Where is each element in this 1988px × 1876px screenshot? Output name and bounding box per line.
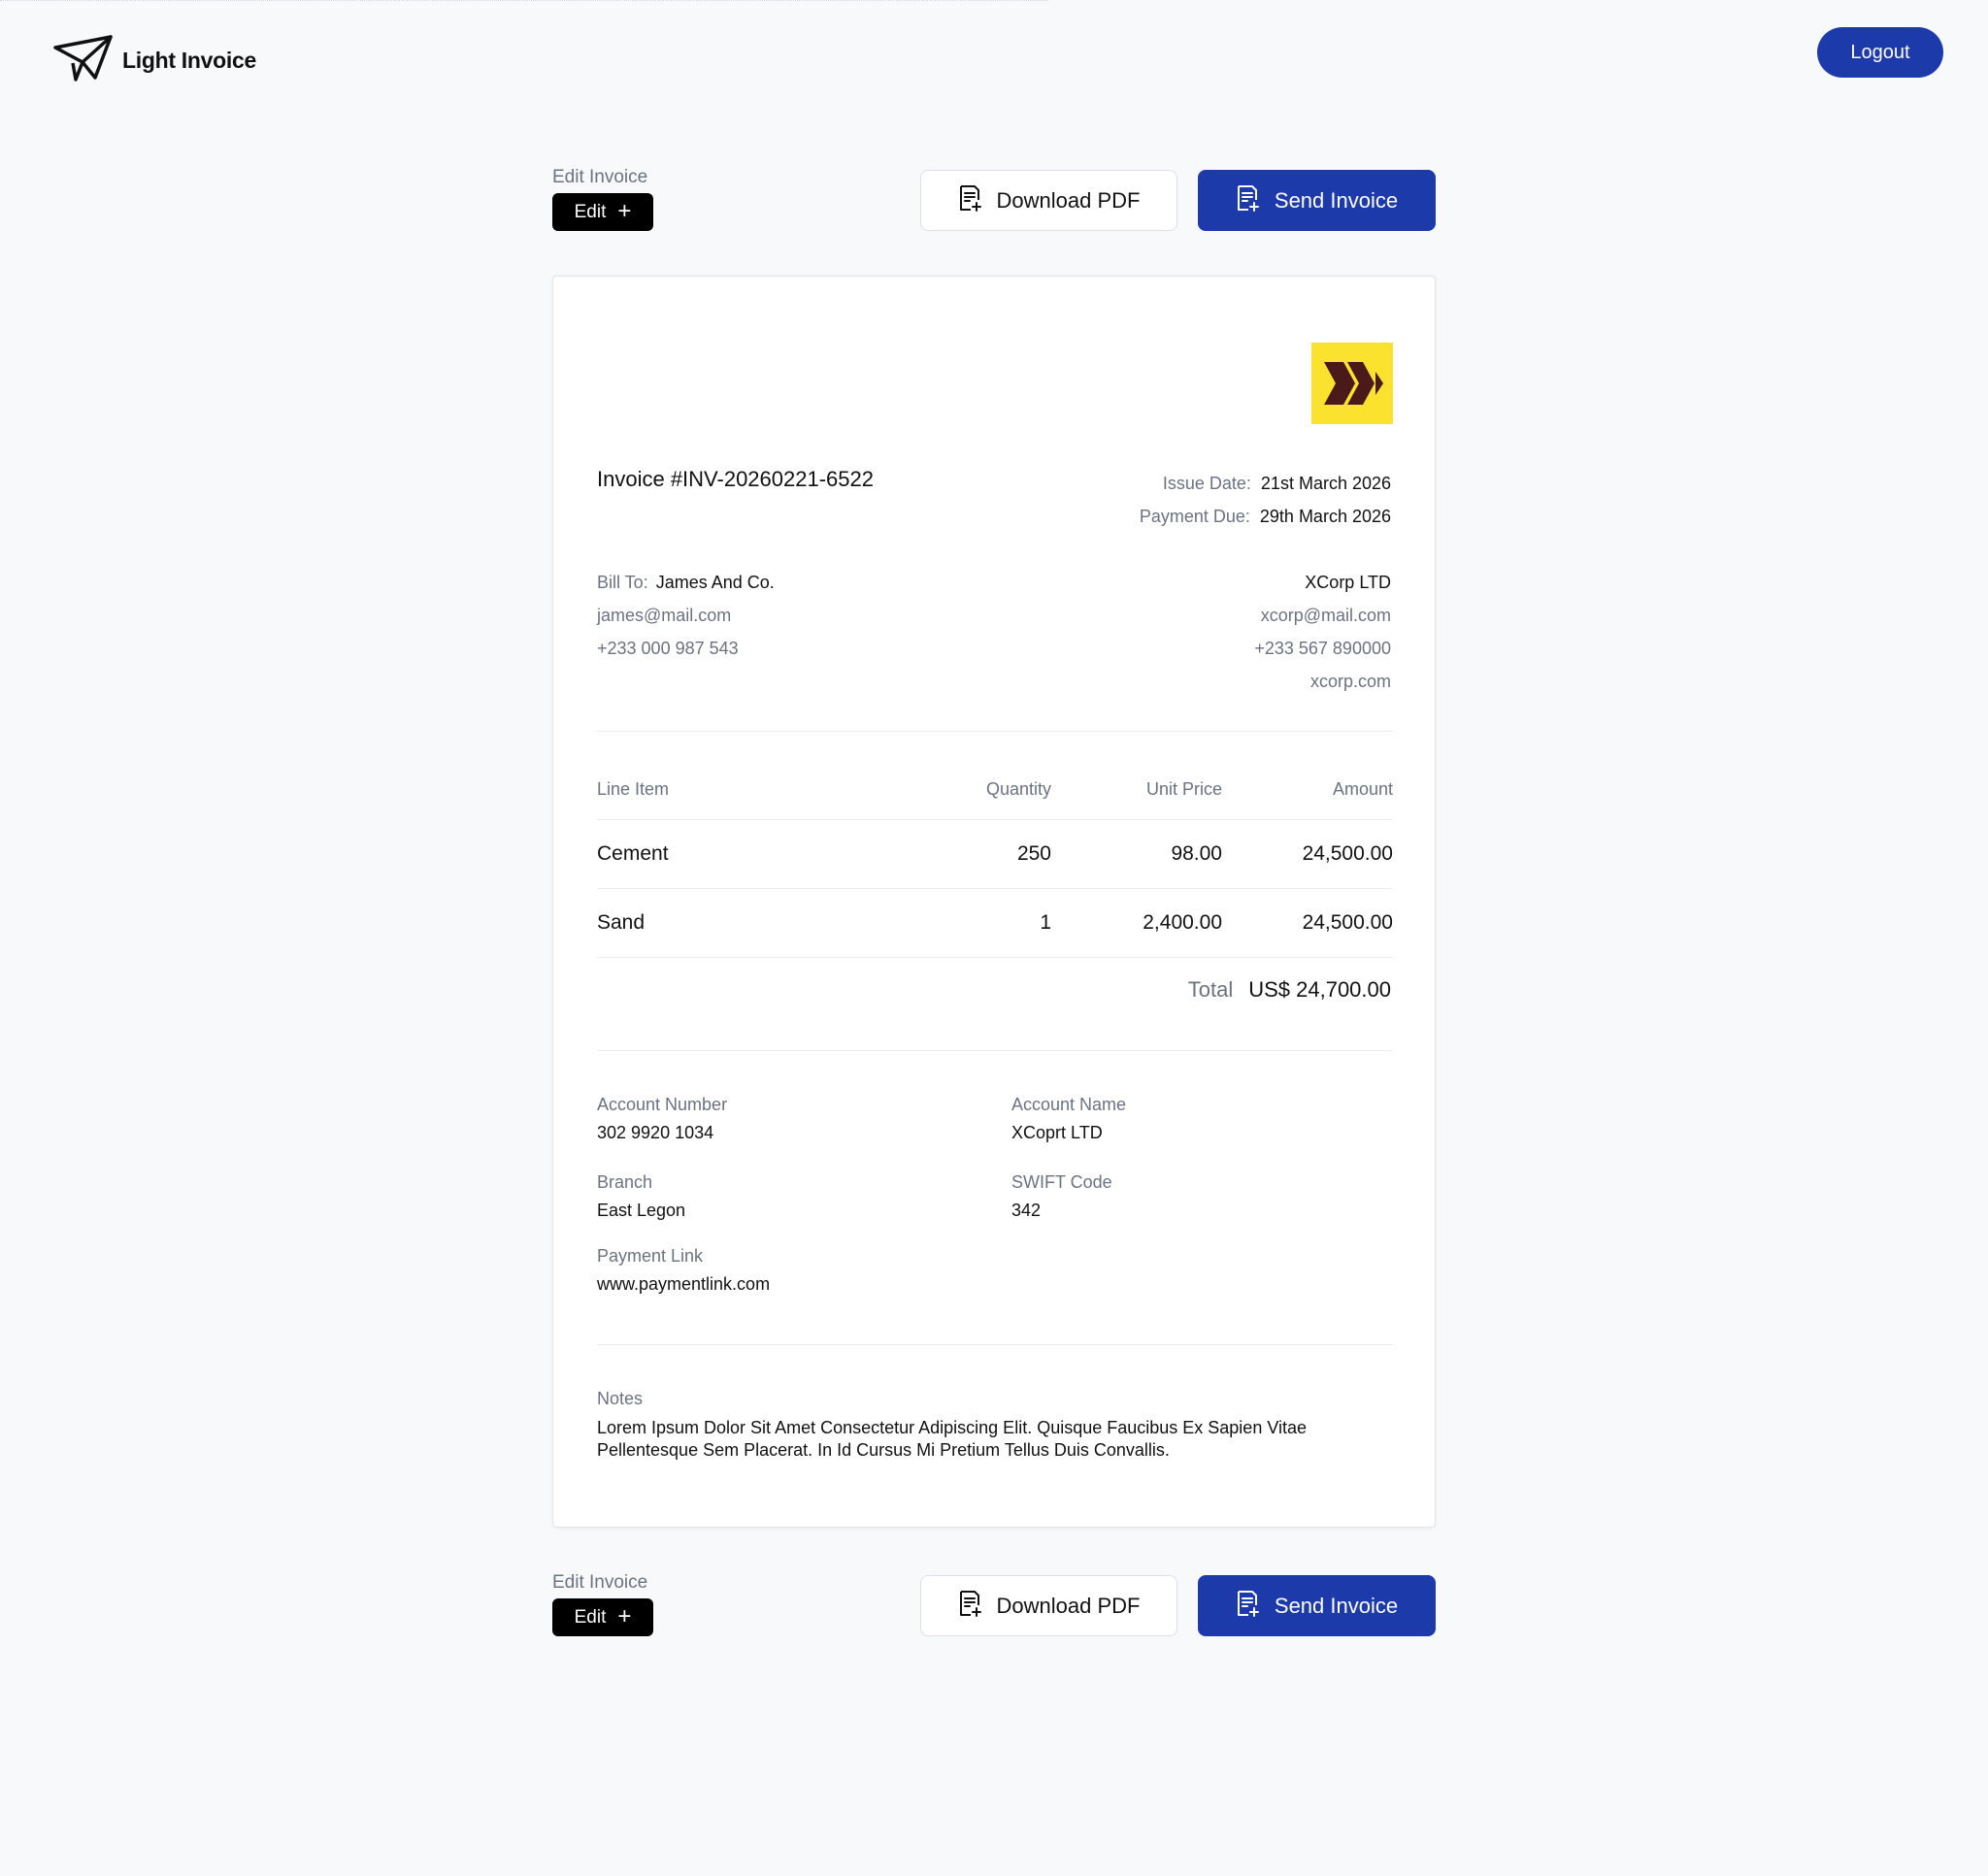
- document-plus-icon: [958, 184, 981, 217]
- divider: [597, 1344, 1393, 1345]
- payment-link-field: Payment Link www.paymentlink.com: [597, 1246, 770, 1295]
- document-plus-icon: [958, 1590, 981, 1623]
- notes-label: Notes: [597, 1389, 644, 1408]
- edit-button[interactable]: Edit +: [552, 1598, 653, 1636]
- edit-invoice-label: Edit Invoice: [552, 167, 648, 187]
- plus-icon: +: [617, 197, 632, 224]
- logout-button[interactable]: Logout: [1817, 27, 1943, 78]
- plus-icon: +: [617, 1602, 632, 1629]
- send-invoice-label: Send Invoice: [1274, 187, 1399, 213]
- swift-code-label: SWIFT Code: [1011, 1172, 1112, 1192]
- account-name: XCoprt LTD: [1011, 1123, 1103, 1142]
- invoice-card: Invoice #INV-20260221-6522 Issue Date: 21…: [552, 276, 1436, 1528]
- send-invoice-button[interactable]: Send Invoice: [1198, 1575, 1436, 1636]
- item-quantity: 1: [1040, 911, 1051, 934]
- swift-code-field: SWIFT Code 342: [1011, 1172, 1112, 1221]
- document-plus-icon: [1236, 184, 1259, 217]
- toolbar-bottom: Edit Invoice Edit + Download PDF Send In…: [552, 1572, 1436, 1636]
- from-section: XCorp LTD xcorp@mail.com +233 567 890000…: [1254, 566, 1391, 698]
- total-value: US$ 24,700.00: [1248, 977, 1391, 1002]
- column-header: Quantity: [985, 779, 1051, 799]
- bill-to-section: Bill To: James And Co. james@mail.com +23…: [597, 566, 775, 665]
- swift-code: 342: [1011, 1201, 1042, 1220]
- brand-name: Light Invoice: [122, 48, 256, 73]
- company-logo: [1311, 343, 1393, 424]
- edit-button-label: Edit: [574, 201, 607, 222]
- branch: East Legon: [597, 1201, 686, 1220]
- top-divider: [0, 0, 1048, 1]
- item-amount: 24,500.00: [1302, 842, 1393, 865]
- send-invoice-label: Send Invoice: [1274, 1593, 1399, 1618]
- invoice-number: Invoice #INV-20260221-6522: [597, 467, 874, 491]
- column-header: Unit Price: [1145, 779, 1222, 799]
- issue-date: 21st March 2026: [1260, 474, 1391, 493]
- from-website: xcorp.com: [1309, 672, 1391, 691]
- payment-link[interactable]: www.paymentlink.com: [597, 1274, 770, 1295]
- from-email: xcorp@mail.com: [1260, 606, 1391, 625]
- item-amount: 24,500.00: [1302, 911, 1393, 934]
- item-name: Cement: [597, 842, 669, 865]
- invoice-total: Total US$ 24,700.00: [1188, 977, 1391, 1003]
- item-unit-price: 98.00: [1171, 842, 1222, 865]
- from-phone: +233 567 890000: [1254, 639, 1391, 658]
- column-header: Line Item: [597, 779, 670, 799]
- bill-to-email: james@mail.com: [597, 606, 732, 625]
- table-row: Sand 1 2,400.00 24,500.00: [597, 889, 1393, 958]
- payment-due-date: 29th March 2026: [1259, 507, 1391, 526]
- divider: [597, 1050, 1393, 1051]
- item-name: Sand: [597, 911, 646, 934]
- issue-date-label: Issue Date:: [1162, 474, 1251, 493]
- edit-invoice-label: Edit Invoice: [552, 1572, 648, 1593]
- item-quantity: 250: [1016, 842, 1051, 865]
- send-invoice-button[interactable]: Send Invoice: [1198, 170, 1436, 231]
- divider: [597, 731, 1393, 732]
- account-name-field: Account Name XCoprt LTD: [1011, 1095, 1126, 1143]
- download-pdf-label: Download PDF: [996, 1593, 1141, 1618]
- bill-to-label: Bill To:: [597, 573, 648, 592]
- account-name-label: Account Name: [1011, 1095, 1127, 1114]
- download-pdf-button[interactable]: Download PDF: [920, 170, 1177, 231]
- download-pdf-button[interactable]: Download PDF: [920, 1575, 1177, 1636]
- account-number-field: Account Number 302 9920 1034: [597, 1095, 727, 1143]
- brand-logo[interactable]: Light Invoice: [52, 33, 256, 88]
- bill-to-name: James And Co.: [655, 573, 775, 592]
- bill-to-phone: +233 000 987 543: [597, 639, 739, 658]
- edit-button-label: Edit: [574, 1606, 607, 1628]
- payment-link-label: Payment Link: [597, 1246, 704, 1266]
- download-pdf-label: Download PDF: [996, 187, 1141, 213]
- branch-field: Branch East Legon: [597, 1172, 685, 1221]
- notes-section: Notes Lorem Ipsum Dolor Sit Amet Consect…: [597, 1389, 1393, 1462]
- table-header: Line Item Quantity Unit Price Amount: [597, 760, 1393, 820]
- edit-button[interactable]: Edit +: [552, 193, 653, 231]
- total-label: Total: [1187, 977, 1234, 1002]
- invoice-dates: Issue Date: 21st March 2026 Payment Due: 2…: [1140, 467, 1391, 533]
- notes-text: Lorem Ipsum Dolor Sit Amet Consectetur A…: [597, 1418, 1308, 1460]
- account-number-label: Account Number: [597, 1095, 728, 1114]
- line-items-table: Line Item Quantity Unit Price Amount Cem…: [597, 760, 1393, 958]
- from-name: XCorp LTD: [1305, 573, 1391, 592]
- table-row: Cement 250 98.00 24,500.00: [597, 820, 1393, 889]
- paper-plane-icon: [52, 33, 113, 88]
- toolbar-top: Edit Invoice Edit + Download PDF Send In…: [552, 167, 1436, 231]
- account-number: 302 9920 1034: [597, 1123, 714, 1142]
- document-plus-icon: [1236, 1590, 1259, 1623]
- payment-due-label: Payment Due:: [1139, 507, 1250, 526]
- branch-label: Branch: [597, 1172, 653, 1192]
- column-header: Amount: [1332, 779, 1393, 799]
- item-unit-price: 2,400.00: [1143, 911, 1222, 934]
